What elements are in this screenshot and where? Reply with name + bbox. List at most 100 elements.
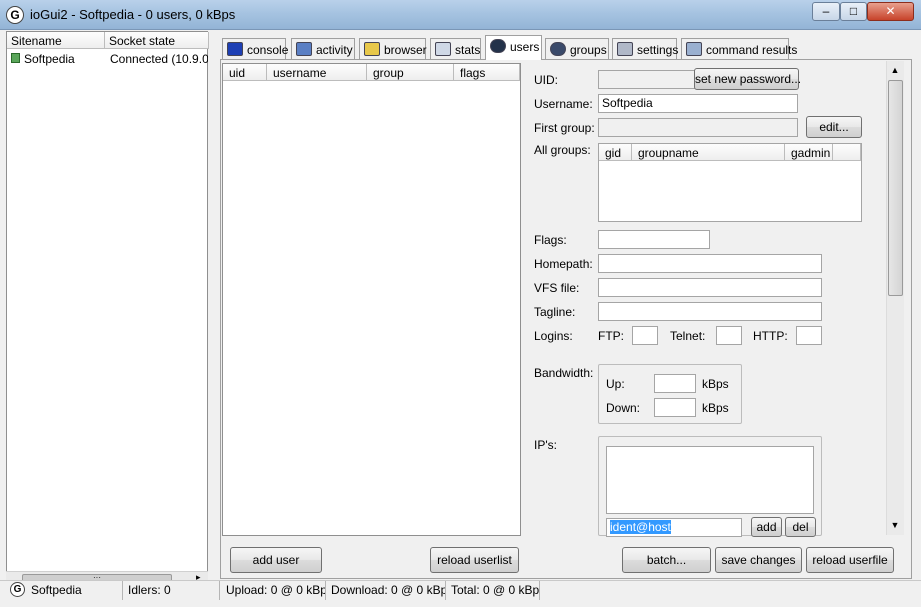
- logins-label: Logins:: [534, 329, 573, 343]
- tab-label: stats: [455, 43, 481, 57]
- tab-browser[interactable]: browser: [359, 38, 427, 59]
- homepath-label: Homepath:: [534, 257, 593, 271]
- homepath-field[interactable]: [598, 254, 822, 273]
- ips-label: IP's:: [534, 438, 557, 452]
- reload-userfile-button[interactable]: reload userfile: [806, 547, 894, 573]
- site-connected-icon: [11, 53, 20, 63]
- add-user-button[interactable]: add user: [230, 547, 322, 573]
- column-header-group[interactable]: group: [367, 64, 454, 81]
- site-socket-state: Connected (10.9.0.1: [110, 52, 208, 66]
- tab-label: command results: [706, 43, 798, 57]
- tab-label: users: [510, 40, 540, 54]
- status-site: Softpedia: [27, 581, 123, 600]
- vfs-file-label: VFS file:: [534, 281, 580, 295]
- status-download: Download: 0 @ 0 kBps: [327, 581, 446, 600]
- site-list[interactable]: Sitename Socket state Softpedia Connecte…: [6, 31, 209, 580]
- flags-field[interactable]: [598, 230, 710, 249]
- monitor-icon: [227, 42, 243, 56]
- ip-list[interactable]: [606, 446, 814, 514]
- flags-label: Flags:: [534, 233, 567, 247]
- vfs-file-field[interactable]: [598, 278, 822, 297]
- tab-stats[interactable]: stats: [430, 38, 481, 59]
- scroll-down-icon[interactable]: ▼: [886, 517, 904, 534]
- tagline-field[interactable]: [598, 302, 822, 321]
- window-title: ioGui2 - Softpedia - 0 users, 0 kBps: [30, 7, 236, 22]
- minimize-button[interactable]: –: [812, 2, 840, 21]
- tab-settings[interactable]: settings: [612, 38, 679, 59]
- tab-console[interactable]: console: [222, 38, 289, 59]
- tab-command-results[interactable]: command results: [681, 38, 797, 59]
- tab-label: console: [247, 43, 289, 57]
- bandwidth-down-label: Down:: [606, 401, 641, 415]
- all-groups-grid[interactable]: gid groupname gadmin: [598, 143, 862, 222]
- add-ip-button[interactable]: add: [751, 517, 782, 537]
- uid-label: UID:: [534, 73, 558, 87]
- column-header-flags[interactable]: flags: [454, 64, 520, 81]
- first-group-label: First group:: [534, 121, 595, 135]
- tab-activity[interactable]: activity: [291, 38, 355, 59]
- batch-button[interactable]: batch...: [622, 547, 711, 573]
- vscroll-thumb[interactable]: [888, 80, 903, 296]
- settings-icon: [617, 42, 633, 56]
- ftp-logins-field[interactable]: [632, 326, 658, 345]
- column-header-groupname[interactable]: groupname: [632, 144, 785, 161]
- bandwidth-up-field[interactable]: [654, 374, 696, 393]
- bandwidth-down-field[interactable]: [654, 398, 696, 417]
- column-header-gid[interactable]: gid: [599, 144, 632, 161]
- activity-icon: [296, 42, 312, 56]
- ftp-label: FTP:: [598, 329, 624, 343]
- ip-mask-input[interactable]: ident@host: [606, 518, 742, 537]
- close-button[interactable]: ✕: [867, 2, 914, 21]
- status-upload: Upload: 0 @ 0 kBps: [222, 581, 326, 600]
- save-changes-button[interactable]: save changes: [715, 547, 802, 573]
- site-row[interactable]: Softpedia Connected (10.9.0.1: [7, 50, 209, 68]
- tab-label: settings: [637, 43, 679, 57]
- tab-label: groups: [570, 43, 607, 57]
- groups-icon: [550, 42, 566, 56]
- telnet-label: Telnet:: [670, 329, 706, 343]
- status-idlers: Idlers: 0: [124, 581, 220, 600]
- minimize-icon: –: [822, 4, 830, 18]
- column-header-blank[interactable]: [833, 144, 861, 161]
- users-icon: [490, 39, 506, 53]
- bandwidth-up-unit: kBps: [702, 377, 729, 391]
- bandwidth-down-unit: kBps: [702, 401, 729, 415]
- tab-label: activity: [316, 43, 353, 57]
- column-header-uid[interactable]: uid: [223, 64, 267, 81]
- telnet-logins-field[interactable]: [716, 326, 742, 345]
- tab-label: browser: [384, 43, 427, 57]
- delete-ip-button[interactable]: del: [785, 517, 816, 537]
- scroll-up-icon[interactable]: ▲: [886, 62, 904, 79]
- username-label: Username:: [534, 97, 593, 111]
- close-icon: ✕: [885, 4, 896, 18]
- bandwidth-label: Bandwidth:: [534, 366, 594, 380]
- column-header-username[interactable]: username: [267, 64, 367, 81]
- site-status-icon: G: [10, 582, 25, 597]
- status-total: Total: 0 @ 0 kBps: [447, 581, 540, 600]
- ip-mask-selected-text: ident@host: [610, 520, 671, 534]
- command-icon: [686, 42, 702, 56]
- maximize-icon: □: [849, 4, 858, 18]
- browser-icon: [364, 42, 380, 56]
- maximize-button[interactable]: □: [840, 2, 867, 21]
- http-label: HTTP:: [753, 329, 788, 343]
- column-header-sitename[interactable]: Sitename: [7, 32, 105, 49]
- reload-userlist-button[interactable]: reload userlist: [430, 547, 519, 573]
- column-header-socket-state[interactable]: Socket state: [105, 32, 209, 49]
- all-groups-label: All groups:: [534, 143, 591, 157]
- first-group-field[interactable]: [598, 118, 798, 137]
- uid-field[interactable]: [598, 70, 698, 89]
- tab-users[interactable]: users: [485, 35, 542, 60]
- tagline-label: Tagline:: [534, 305, 576, 319]
- http-logins-field[interactable]: [796, 326, 822, 345]
- column-header-gadmin[interactable]: gadmin: [785, 144, 833, 161]
- tab-groups[interactable]: groups: [545, 38, 609, 59]
- edit-first-group-button[interactable]: edit...: [806, 116, 862, 138]
- username-field[interactable]: Softpedia: [598, 94, 798, 113]
- users-list[interactable]: uid username group flags: [222, 63, 521, 536]
- stats-icon: [435, 42, 451, 56]
- site-name: Softpedia: [24, 52, 75, 66]
- set-new-password-button[interactable]: set new password...: [694, 68, 801, 90]
- bandwidth-up-label: Up:: [606, 377, 625, 391]
- app-icon: G: [6, 6, 24, 24]
